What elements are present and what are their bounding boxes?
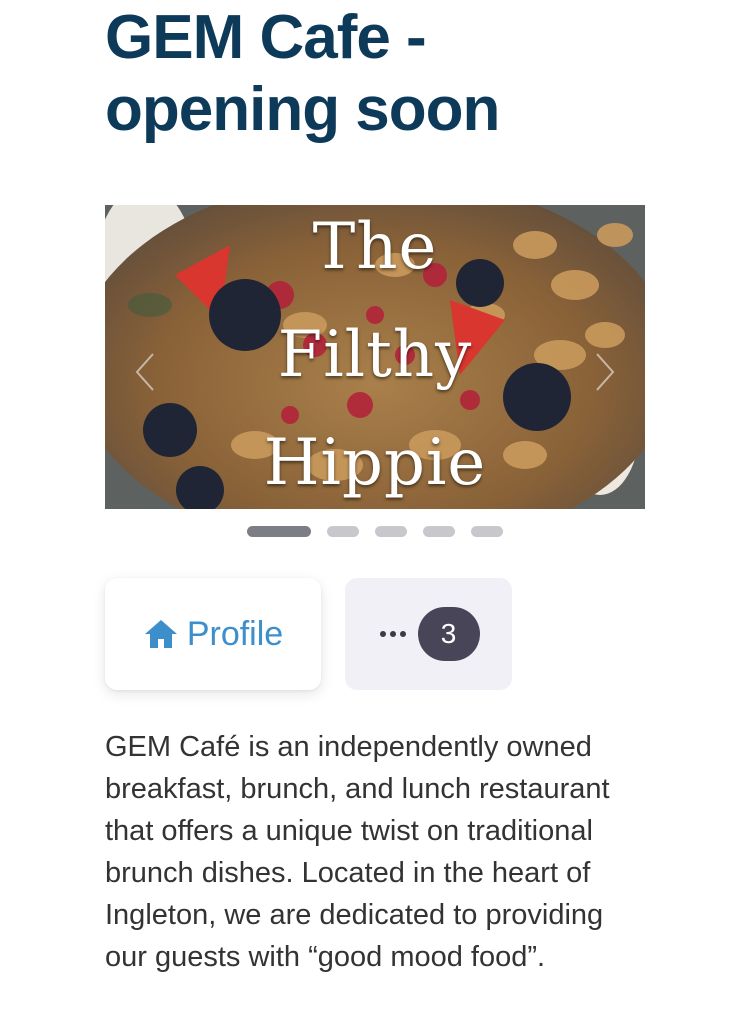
carousel-dot[interactable] <box>471 525 503 537</box>
slide-caption-line: Hippie <box>263 426 487 500</box>
count-badge: 3 <box>417 607 480 661</box>
carousel-dot[interactable] <box>247 525 311 537</box>
profile-label: Profile <box>186 614 284 653</box>
slide-caption-line: Filthy <box>277 318 473 392</box>
cafe-description: GEM Café is an independently owned break… <box>105 731 610 973</box>
carousel-dot[interactable] <box>375 525 407 537</box>
more-button[interactable]: 3 <box>345 578 512 690</box>
chevron-left-icon <box>135 353 154 391</box>
slide-caption-line: The <box>312 210 438 284</box>
carousel-dot[interactable] <box>423 525 455 537</box>
home-icon <box>144 620 177 648</box>
slide-caption: The Filthy Hippie <box>105 205 645 509</box>
chevron-right-icon <box>596 353 615 391</box>
carousel-prev-button[interactable] <box>131 350 157 394</box>
more-horizontal-icon <box>379 631 406 637</box>
profile-button[interactable]: Profile <box>105 578 321 690</box>
carousel-dot[interactable] <box>327 525 359 537</box>
carousel-next-button[interactable] <box>593 350 619 394</box>
carousel-pagination <box>247 525 503 537</box>
image-carousel[interactable]: The Filthy Hippie <box>105 205 645 509</box>
page-title: GEM Cafe - opening soon <box>105 3 500 144</box>
